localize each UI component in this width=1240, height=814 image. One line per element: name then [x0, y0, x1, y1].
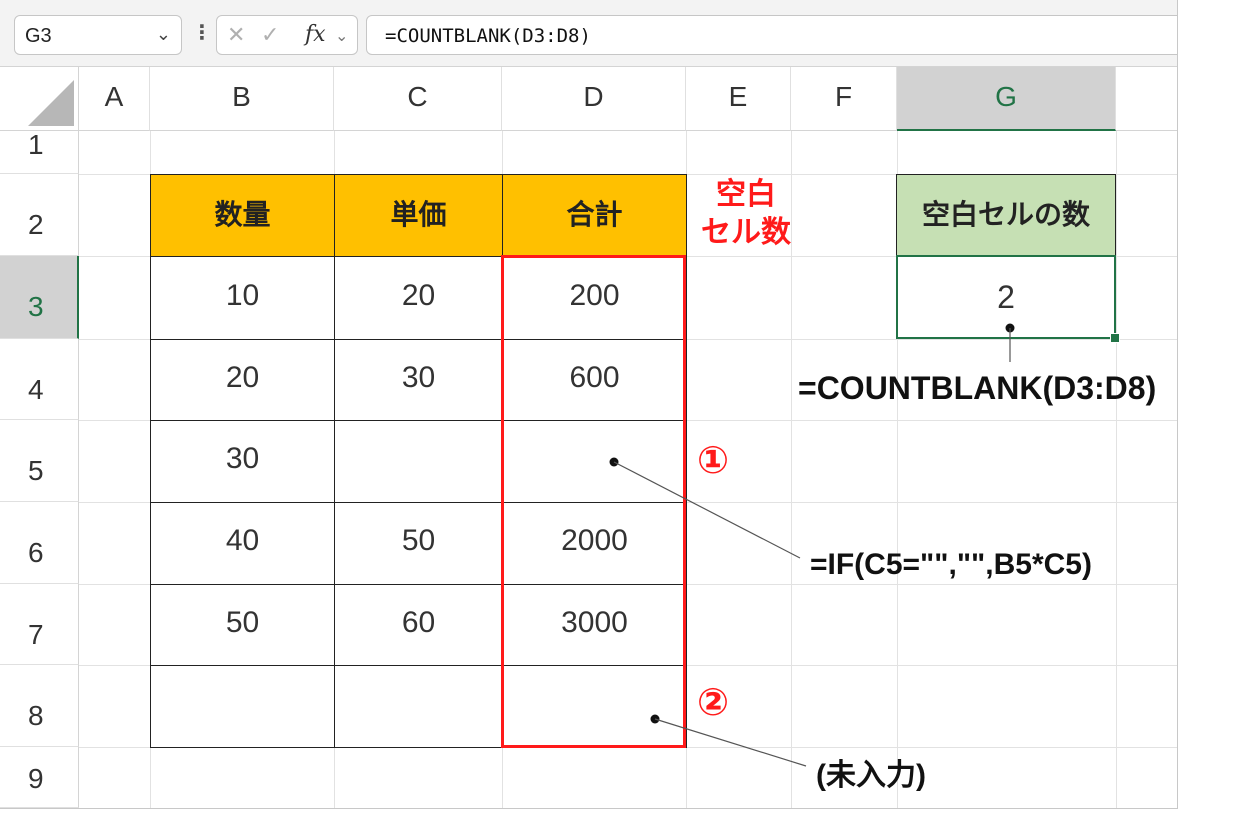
blank-range-highlight — [501, 255, 686, 748]
row-header-2[interactable]: 2 — [0, 174, 79, 256]
table-cell[interactable]: 20 — [150, 339, 335, 421]
row-header-8[interactable]: 8 — [0, 665, 79, 747]
result-value-cell[interactable]: 2 — [896, 255, 1116, 339]
row-header-4[interactable]: 4 — [0, 339, 79, 420]
row-header-1[interactable]: 1 — [0, 131, 79, 174]
insert-function-icon[interactable]: fx — [305, 22, 326, 47]
formula-bar: G3 ⌄ ⋮ ✕ ✓ fx ⌄ =COUNTBLANK(D3:D8) — [0, 0, 1177, 67]
enter-icon[interactable]: ✓ — [261, 22, 279, 48]
table-cell[interactable] — [150, 665, 335, 748]
unentered-annotation: (未入力) — [816, 759, 926, 792]
column-header-e[interactable]: E — [686, 67, 791, 131]
column-header-blank — [1116, 67, 1177, 131]
chevron-down-icon[interactable]: ⌄ — [156, 24, 171, 45]
table-cell[interactable]: 50 — [334, 502, 503, 585]
label-line-1: 空白 — [716, 178, 776, 211]
row-header-7[interactable]: 7 — [0, 584, 79, 665]
label-line-2: セル数 — [701, 216, 791, 249]
more-options-icon[interactable]: ⋮ — [192, 20, 212, 45]
name-box-value: G3 — [25, 25, 52, 47]
table-cell[interactable]: 40 — [150, 502, 335, 585]
fill-handle[interactable] — [1110, 333, 1120, 343]
table-cell[interactable]: 20 — [334, 256, 503, 340]
table-header-quantity[interactable]: 数量 — [150, 174, 335, 257]
table-cell[interactable]: 50 — [150, 584, 335, 666]
column-header-f[interactable]: F — [791, 67, 897, 131]
cancel-icon[interactable]: ✕ — [227, 22, 245, 48]
table-cell[interactable] — [334, 420, 503, 503]
row-header-3[interactable]: 3 — [0, 256, 79, 339]
table-cell[interactable]: 60 — [334, 584, 503, 666]
result-header[interactable]: 空白セルの数 — [896, 174, 1116, 256]
formula-input[interactable]: =COUNTBLANK(D3:D8) — [366, 15, 1177, 55]
if-formula-annotation: =IF(C5="","",B5*C5) — [810, 548, 1092, 581]
column-header-d[interactable]: D — [502, 67, 686, 131]
table-header-unit-price[interactable]: 単価 — [334, 174, 503, 257]
table-cell[interactable]: 30 — [150, 420, 335, 503]
column-header-a[interactable]: A — [79, 67, 150, 131]
row-header-6[interactable]: 6 — [0, 502, 79, 584]
table-cell[interactable]: 30 — [334, 339, 503, 421]
table-cell[interactable] — [334, 665, 503, 748]
table-cell[interactable]: 10 — [150, 256, 335, 340]
column-header-g[interactable]: G — [897, 67, 1116, 131]
formula-text: =COUNTBLANK(D3:D8) — [385, 25, 591, 47]
select-all-button[interactable] — [0, 67, 79, 131]
table-header-total[interactable]: 合計 — [502, 174, 687, 257]
marker-2: ② — [697, 682, 730, 724]
row-header-9[interactable]: 9 — [0, 747, 79, 808]
column-header-b[interactable]: B — [150, 67, 334, 131]
blank-cell-count-label: 空白 セル数 — [690, 176, 802, 252]
row-header-5[interactable]: 5 — [0, 420, 79, 502]
formula-buttons: ✕ ✓ fx ⌄ — [216, 15, 358, 55]
chevron-down-icon[interactable]: ⌄ — [335, 26, 348, 46]
marker-1: ① — [697, 440, 730, 482]
name-box[interactable]: G3 ⌄ — [14, 15, 182, 55]
countblank-formula-annotation: =COUNTBLANK(D3:D8) — [798, 370, 1157, 406]
column-header-c[interactable]: C — [334, 67, 502, 131]
spreadsheet-window: G3 ⌄ ⋮ ✕ ✓ fx ⌄ =COUNTBLANK(D3:D8) A B C… — [0, 0, 1178, 809]
